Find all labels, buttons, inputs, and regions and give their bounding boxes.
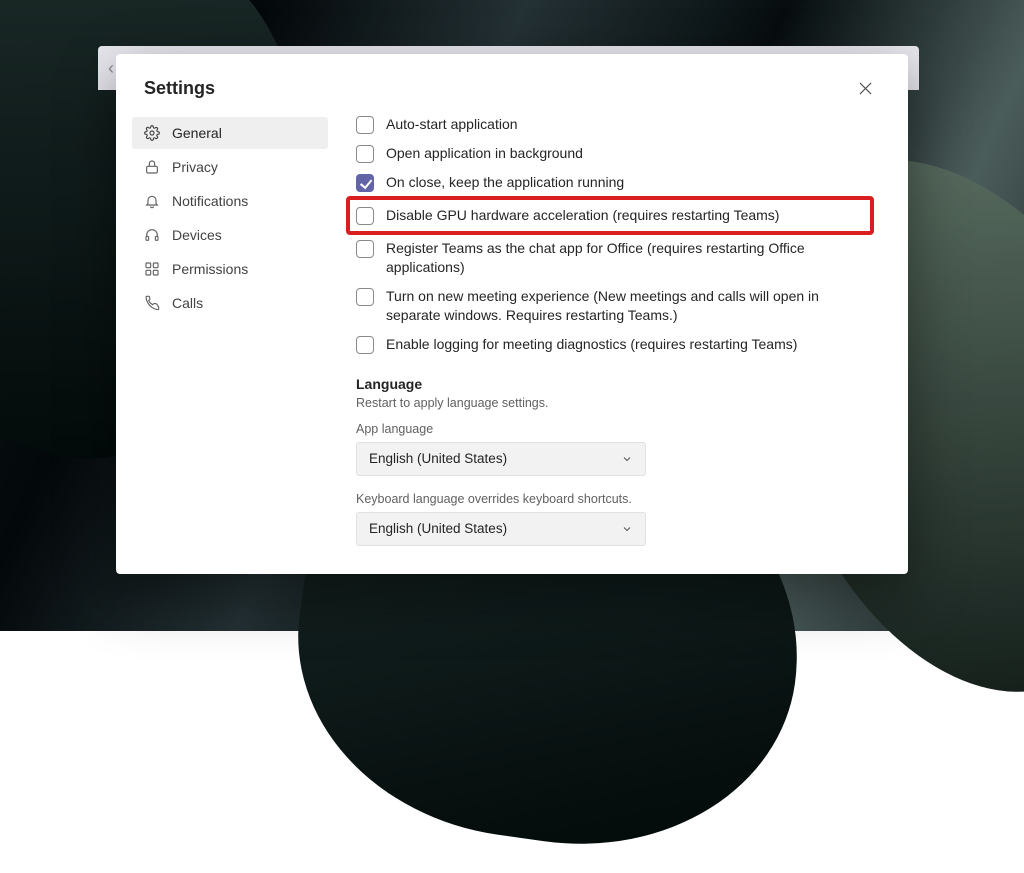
app-language-label: App language — [356, 422, 868, 436]
option-enable-logging: Enable logging for meeting diagnostics (… — [356, 335, 868, 354]
option-open-background: Open application in background — [356, 144, 868, 163]
sidebar-item-label: Devices — [172, 227, 222, 243]
option-label: Enable logging for meeting diagnostics (… — [386, 335, 797, 354]
phone-icon — [144, 295, 160, 311]
option-register-chat-app: Register Teams as the chat app for Offic… — [356, 239, 868, 277]
modal-title: Settings — [144, 78, 215, 99]
sidebar-item-label: Permissions — [172, 261, 248, 277]
chevron-down-icon — [621, 453, 633, 465]
checkbox-open-background[interactable] — [356, 145, 374, 163]
close-button[interactable] — [851, 78, 880, 99]
settings-sidebar: General Privacy Notifications Devices — [132, 111, 328, 554]
sidebar-item-label: Notifications — [172, 193, 248, 209]
gear-icon — [144, 125, 160, 141]
keyboard-language-select[interactable]: English (United States) — [356, 512, 646, 546]
option-label: On close, keep the application running — [386, 173, 624, 192]
sidebar-item-privacy[interactable]: Privacy — [132, 151, 328, 183]
checkbox-new-meeting-experience[interactable] — [356, 288, 374, 306]
option-autostart: Auto-start application — [356, 115, 868, 134]
back-icon[interactable]: ‹ — [108, 58, 114, 79]
checkbox-disable-gpu[interactable] — [356, 207, 374, 225]
sidebar-item-permissions[interactable]: Permissions — [132, 253, 328, 285]
sidebar-item-calls[interactable]: Calls — [132, 287, 328, 319]
option-keep-running: On close, keep the application running — [356, 173, 868, 192]
bell-icon — [144, 193, 160, 209]
chevron-down-icon — [621, 523, 633, 535]
headset-icon — [144, 227, 160, 243]
language-section-title: Language — [356, 376, 868, 392]
sidebar-item-notifications[interactable]: Notifications — [132, 185, 328, 217]
sidebar-item-label: Privacy — [172, 159, 218, 175]
checkbox-keep-running[interactable] — [356, 174, 374, 192]
sidebar-item-label: Calls — [172, 295, 203, 311]
settings-content: Auto-start application Open application … — [328, 111, 908, 554]
checkbox-register-chat-app[interactable] — [356, 240, 374, 258]
option-label: Auto-start application — [386, 115, 518, 134]
option-label: Disable GPU hardware acceleration (requi… — [386, 206, 779, 225]
option-label: Open application in background — [386, 144, 583, 163]
settings-modal: Settings General Privacy — [116, 54, 908, 574]
sidebar-item-devices[interactable]: Devices — [132, 219, 328, 251]
app-language-select[interactable]: English (United States) — [356, 442, 646, 476]
select-value: English (United States) — [369, 451, 507, 466]
close-icon — [859, 82, 872, 95]
language-section-subtitle: Restart to apply language settings. — [356, 396, 868, 410]
option-label: Register Teams as the chat app for Offic… — [386, 239, 868, 277]
keyboard-language-label: Keyboard language overrides keyboard sho… — [356, 492, 868, 506]
option-label: Turn on new meeting experience (New meet… — [386, 287, 868, 325]
option-new-meeting-experience: Turn on new meeting experience (New meet… — [356, 287, 868, 325]
select-value: English (United States) — [369, 521, 507, 536]
checkbox-autostart[interactable] — [356, 116, 374, 134]
checkbox-enable-logging[interactable] — [356, 336, 374, 354]
option-disable-gpu: Disable GPU hardware acceleration (requi… — [356, 202, 868, 229]
sidebar-item-general[interactable]: General — [132, 117, 328, 149]
grid-icon — [144, 261, 160, 277]
sidebar-item-label: General — [172, 125, 222, 141]
lock-icon — [144, 159, 160, 175]
modal-header: Settings — [116, 54, 908, 111]
